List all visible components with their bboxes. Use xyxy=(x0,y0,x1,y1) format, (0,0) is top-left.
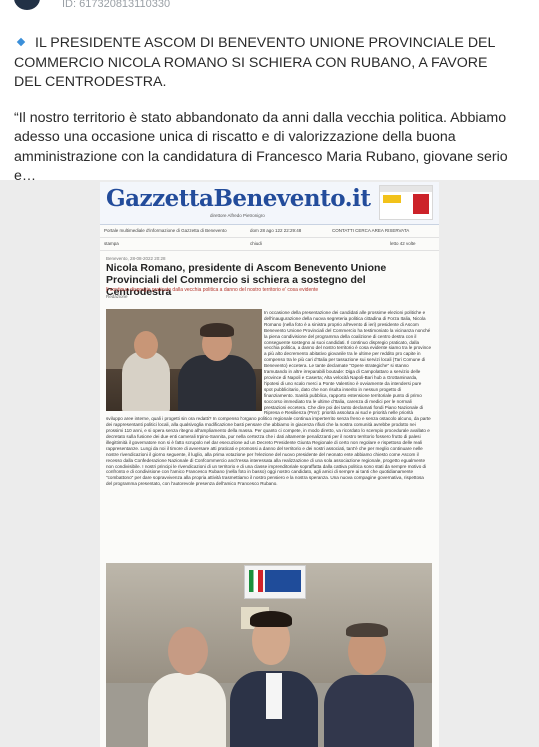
article-toolbar: stampa chiudi letto 42 volte xyxy=(100,238,439,251)
article-body-col: In occasione della presentazione dei can… xyxy=(264,310,431,386)
article-photo-top xyxy=(106,309,262,411)
masthead: GazzettaBenevento.it direttore Alfredo P… xyxy=(100,182,439,225)
article-photo-bottom xyxy=(106,563,432,747)
read-count: letto 42 volte xyxy=(390,241,416,246)
masthead-subtitle: direttore Alfredo Pietronigro xyxy=(210,213,265,218)
newspaper-page: GazzettaBenevento.it direttore Alfredo P… xyxy=(100,182,439,747)
nav-links: CONTATTI CERCA AREA RISERVATA xyxy=(332,228,410,233)
avatar[interactable] xyxy=(14,0,40,10)
post-text: IL PRESIDENTE ASCOM DI BENEVENTO UNIONE … xyxy=(14,34,514,203)
post-id: ID: 617320813110330 xyxy=(62,0,171,10)
stampa-link: stampa xyxy=(104,241,119,246)
post-headline-text: IL PRESIDENTE ASCOM DI BENEVENTO UNIONE … xyxy=(14,35,495,90)
chiudi-link: chiudi xyxy=(250,241,262,246)
article-date: Benevento, 28-08-2022 20:28 xyxy=(106,256,166,261)
blue-diamond-icon xyxy=(16,38,26,47)
post-headline: IL PRESIDENTE ASCOM DI BENEVENTO UNIONE … xyxy=(14,34,514,93)
article-author: Redazione xyxy=(106,294,128,299)
masthead-ad xyxy=(379,185,433,220)
post-header: ID: 617320813110330 xyxy=(0,0,539,14)
article-image[interactable]: GazzettaBenevento.it direttore Alfredo P… xyxy=(0,180,539,747)
forza-italia-sign xyxy=(244,565,306,599)
post-quote: “Il nostro territorio è stato abbandonat… xyxy=(14,109,508,185)
article-subtitle: Il continuo dispregio praticato dalla ve… xyxy=(106,287,319,293)
masthead-title: GazzettaBenevento.it xyxy=(106,185,371,212)
nav-date: dom 28 ago 122 22:29:48 xyxy=(250,228,302,233)
nav-portal-text: Portale multimediale d'informazione di G… xyxy=(104,228,227,233)
article-navbar: Portale multimediale d'informazione di G… xyxy=(100,225,439,238)
